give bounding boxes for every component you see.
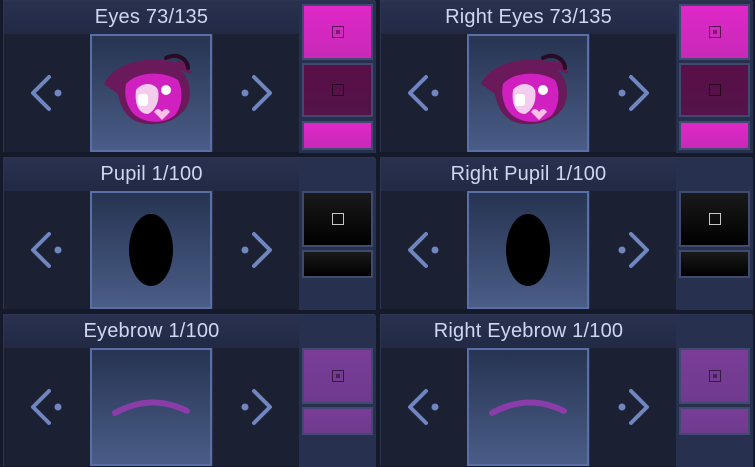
color-swatch[interactable] (679, 250, 750, 278)
color-swatch[interactable] (302, 191, 373, 247)
chevron-left-icon (31, 75, 62, 111)
color-swatch[interactable] (679, 4, 750, 60)
color-swatches (299, 315, 376, 467)
square-icon (331, 213, 344, 225)
chevron-right-icon (618, 389, 649, 425)
panel-eyes: Eyes 73/135 (3, 0, 376, 153)
panel-right-pupil: Right Pupil 1/100 (380, 157, 753, 310)
chevron-right-icon (241, 232, 272, 268)
panel-right-eyebrow: Right Eyebrow 1/100 (380, 314, 753, 467)
color-swatch[interactable] (679, 348, 750, 404)
next-eyes-button[interactable] (212, 34, 299, 152)
color-swatch[interactable] (302, 63, 373, 117)
prev-right-eyes-button[interactable] (381, 34, 468, 152)
next-eyebrow-button[interactable] (212, 348, 299, 466)
chevron-left-icon (408, 389, 439, 425)
eyebrow-image (112, 399, 190, 416)
preview-right-eyes[interactable] (467, 34, 589, 152)
prev-eyebrow-button[interactable] (4, 348, 91, 466)
pupil-image (506, 214, 550, 286)
preview-right-eyebrow[interactable] (467, 348, 589, 466)
prev-right-pupil-button[interactable] (381, 191, 468, 309)
chevron-left-icon (31, 232, 62, 268)
square-icon (708, 213, 721, 225)
panel-right-eyes: Right Eyes 73/135 (380, 0, 753, 153)
panel-title: Pupil 1/100 (4, 158, 299, 192)
next-right-eyes-button[interactable] (589, 34, 676, 152)
color-swatches (299, 1, 376, 153)
chevron-right-icon (618, 75, 649, 111)
color-swatch[interactable] (302, 250, 373, 278)
color-swatch[interactable] (679, 63, 750, 117)
chevron-right-icon (241, 389, 272, 425)
panel-title: Eyebrow 1/100 (4, 315, 299, 349)
eye-image (481, 53, 569, 125)
color-swatches (676, 158, 753, 310)
color-swatch[interactable] (679, 121, 750, 150)
color-swatches (676, 315, 753, 467)
preview-right-pupil[interactable] (467, 191, 589, 309)
chevron-right-icon (241, 75, 272, 111)
color-swatches (676, 1, 753, 153)
pupil-image (129, 214, 173, 286)
chevron-left-icon (408, 75, 439, 111)
preview-eyes[interactable] (90, 34, 212, 152)
color-swatch[interactable] (302, 121, 373, 150)
eyebrow-image (489, 399, 567, 416)
square-dot-icon (708, 26, 721, 38)
next-pupil-button[interactable] (212, 191, 299, 309)
prev-right-eyebrow-button[interactable] (381, 348, 468, 466)
square-dot-icon (708, 370, 721, 382)
prev-pupil-button[interactable] (4, 191, 91, 309)
color-swatch[interactable] (679, 407, 750, 435)
panel-title: Right Eyes 73/135 (381, 1, 676, 35)
preview-pupil[interactable] (90, 191, 212, 309)
panel-title: Right Pupil 1/100 (381, 158, 676, 192)
panel-title: Eyes 73/135 (4, 1, 299, 35)
preview-eyebrow[interactable] (90, 348, 212, 466)
square-icon (331, 84, 344, 96)
chevron-left-icon (31, 389, 62, 425)
color-swatch[interactable] (302, 348, 373, 404)
color-swatch[interactable] (302, 4, 373, 60)
prev-eyes-button[interactable] (4, 34, 91, 152)
square-dot-icon (331, 26, 344, 38)
chevron-left-icon (408, 232, 439, 268)
panel-title: Right Eyebrow 1/100 (381, 315, 676, 349)
color-swatches (299, 158, 376, 310)
color-swatch[interactable] (302, 407, 373, 435)
square-dot-icon (331, 370, 344, 382)
eye-image (104, 53, 192, 125)
panel-pupil: Pupil 1/100 (3, 157, 376, 310)
color-swatch[interactable] (679, 191, 750, 247)
next-right-pupil-button[interactable] (589, 191, 676, 309)
next-right-eyebrow-button[interactable] (589, 348, 676, 466)
panel-eyebrow: Eyebrow 1/100 (3, 314, 376, 467)
chevron-right-icon (618, 232, 649, 268)
square-icon (708, 84, 721, 96)
